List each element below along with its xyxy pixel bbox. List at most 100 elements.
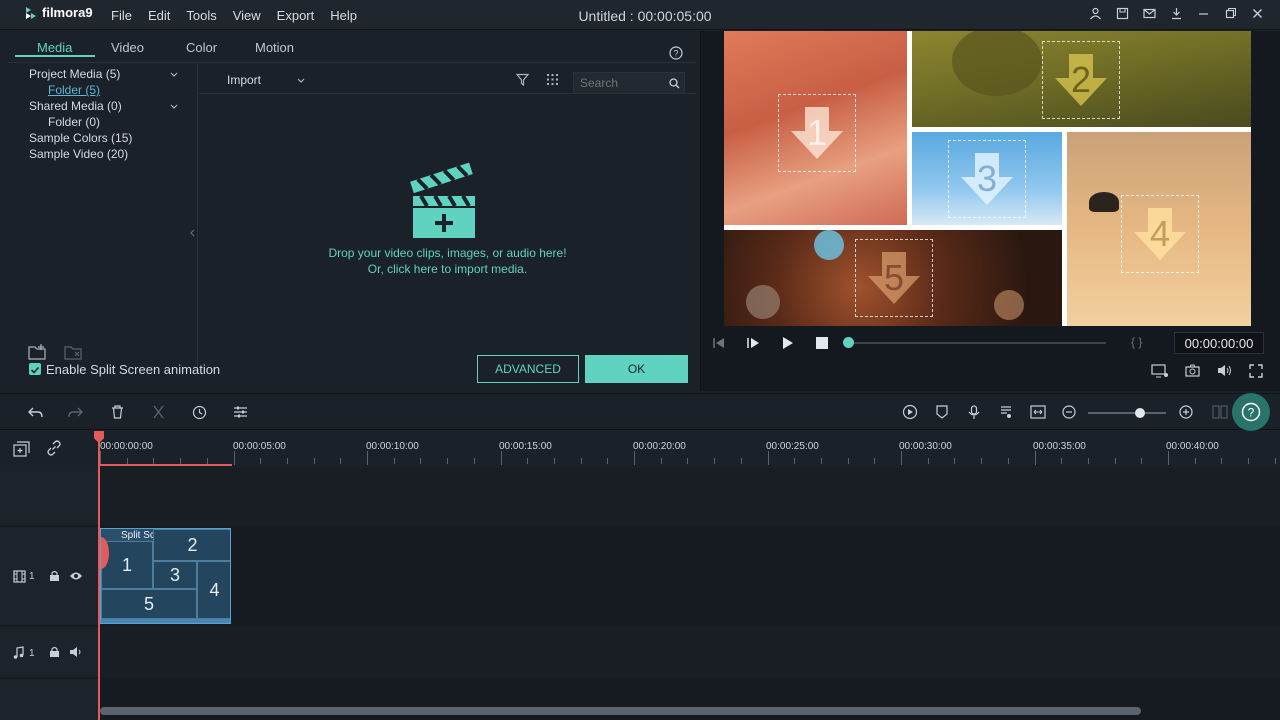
display-settings-icon[interactable]: [1151, 364, 1169, 378]
sidebar-item-shared-media[interactable]: Shared Media (0): [29, 99, 122, 113]
sidebar-item-folder-shared[interactable]: Folder (0): [48, 115, 100, 129]
delete-icon[interactable]: [111, 405, 124, 419]
ruler-tick: [286, 458, 288, 464]
clip-cell: 1: [101, 541, 153, 589]
mark-in-out[interactable]: { }: [1131, 335, 1142, 349]
sidebar-item-folder-project[interactable]: Folder (5): [48, 83, 100, 97]
cut-icon[interactable]: [152, 405, 165, 419]
panel-toggle-icon[interactable]: [1212, 405, 1228, 419]
playhead[interactable]: [98, 431, 100, 720]
preview-cell-2[interactable]: 2: [912, 31, 1251, 127]
sidebar-item-sample-video[interactable]: Sample Video (20): [29, 147, 128, 161]
question-icon: ?: [1241, 402, 1261, 422]
audio-track-1[interactable]: 1: [0, 627, 1280, 677]
chevron-down-icon[interactable]: [170, 71, 178, 79]
split-screen-preview: 1 2 3 4 5: [724, 31, 1251, 326]
zoom-slider-track[interactable]: [1088, 412, 1166, 414]
tab-color[interactable]: Color: [186, 40, 217, 55]
preview-cell-5[interactable]: 5: [724, 230, 1062, 326]
play-icon[interactable]: [782, 337, 794, 349]
track-header: 1: [0, 527, 98, 625]
speed-icon[interactable]: [192, 405, 207, 420]
clip-cell: 2: [153, 529, 230, 561]
marker-icon[interactable]: [936, 405, 948, 419]
timeline-scrollbar[interactable]: [100, 707, 1141, 715]
sidebar-item-sample-colors[interactable]: Sample Colors (15): [29, 131, 132, 145]
save-icon[interactable]: [1116, 7, 1129, 20]
progress-track[interactable]: [844, 342, 1106, 344]
link-icon[interactable]: [46, 440, 62, 456]
split-screen-animation-label: Enable Split Screen animation: [46, 362, 221, 377]
ruler-tick: [447, 458, 449, 464]
maximize-icon[interactable]: [1224, 7, 1237, 20]
filter-icon[interactable]: [516, 73, 529, 86]
split-screen-animation-checkbox[interactable]: [29, 363, 41, 375]
ruler-tick: [820, 458, 822, 464]
minimize-icon[interactable]: [1197, 7, 1210, 20]
grid-view-icon[interactable]: [546, 73, 559, 86]
microphone-icon[interactable]: [968, 405, 980, 420]
dropzone-line2[interactable]: Or, click here to import media.: [199, 262, 696, 276]
close-icon[interactable]: [1251, 7, 1264, 20]
ruler-tick: [660, 458, 662, 464]
sidebar-item-project-media[interactable]: Project Media (5): [29, 67, 120, 81]
zoom-in-icon[interactable]: [1179, 405, 1193, 419]
tab-motion[interactable]: Motion: [255, 40, 294, 55]
adjust-icon[interactable]: [233, 405, 248, 419]
media-tabs: Media Video Color Motion ?: [8, 31, 696, 63]
preview-cell-1[interactable]: 1: [724, 31, 907, 225]
timeline-ruler[interactable]: 00:00:00:00 00:00:05:00 00:00:10:00 00:0…: [0, 431, 1280, 467]
window-controls: [1089, 7, 1264, 20]
search-input[interactable]: [574, 73, 664, 93]
help-icon[interactable]: ?: [669, 46, 683, 60]
voiceover-icon[interactable]: [999, 405, 1013, 419]
tab-media[interactable]: Media: [37, 40, 72, 55]
ruler-tick: [1061, 458, 1063, 464]
dialog-footer: Enable Split Screen animation ADVANCED O…: [8, 341, 696, 410]
ruler-tick: [901, 451, 902, 465]
preview-cell-3[interactable]: 3: [912, 132, 1062, 225]
tab-video[interactable]: Video: [111, 40, 144, 55]
preview-cell-4[interactable]: 4: [1067, 132, 1251, 326]
empty-track: [0, 467, 1280, 525]
stop-icon[interactable]: [816, 337, 828, 349]
ruler-tick: [1221, 458, 1223, 464]
audio-track-number: 1: [29, 648, 35, 659]
collapse-sidebar-icon[interactable]: [190, 229, 195, 237]
drop-target: 2: [1042, 41, 1120, 119]
ruler-tick: [1141, 458, 1143, 464]
snapshot-icon[interactable]: [1185, 364, 1200, 377]
ruler-tick: [607, 458, 609, 464]
account-icon[interactable]: [1089, 7, 1102, 20]
speaker-icon[interactable]: [69, 646, 84, 658]
lock-icon[interactable]: [49, 570, 60, 582]
bokeh-shape: [994, 290, 1024, 320]
add-track-icon[interactable]: [13, 441, 31, 457]
mail-icon[interactable]: [1143, 7, 1156, 20]
preview-cell-number: 3: [976, 158, 998, 199]
help-button[interactable]: ?: [1232, 393, 1270, 431]
lock-icon[interactable]: [49, 646, 60, 658]
advanced-button[interactable]: ADVANCED: [477, 355, 579, 383]
ok-button[interactable]: OK: [585, 355, 688, 383]
ruler-label: 00:00:30:00: [899, 441, 952, 452]
zoom-out-icon[interactable]: [1062, 405, 1076, 419]
chevron-down-icon[interactable]: [170, 103, 178, 111]
fit-timeline-icon[interactable]: [1030, 405, 1046, 419]
import-dropdown[interactable]: Import: [227, 73, 261, 87]
search-icon[interactable]: [669, 78, 680, 89]
eye-icon[interactable]: [69, 571, 83, 581]
chevron-down-icon[interactable]: [297, 77, 305, 85]
media-dropzone[interactable]: Drop your video clips, images, or audio …: [199, 95, 696, 369]
redo-icon[interactable]: [68, 406, 83, 419]
render-icon[interactable]: [902, 404, 918, 420]
volume-icon[interactable]: [1217, 364, 1232, 377]
fullscreen-icon[interactable]: [1249, 364, 1263, 378]
play-frame-icon[interactable]: [746, 337, 760, 349]
zoom-slider-handle[interactable]: [1135, 408, 1145, 418]
progress-handle[interactable]: [843, 337, 854, 348]
download-icon[interactable]: [1170, 7, 1183, 20]
previous-frame-icon[interactable]: [712, 337, 726, 349]
undo-icon[interactable]: [28, 406, 43, 419]
split-screen-clip[interactable]: Split Screen 28 1 2 3 4 5: [100, 528, 231, 624]
